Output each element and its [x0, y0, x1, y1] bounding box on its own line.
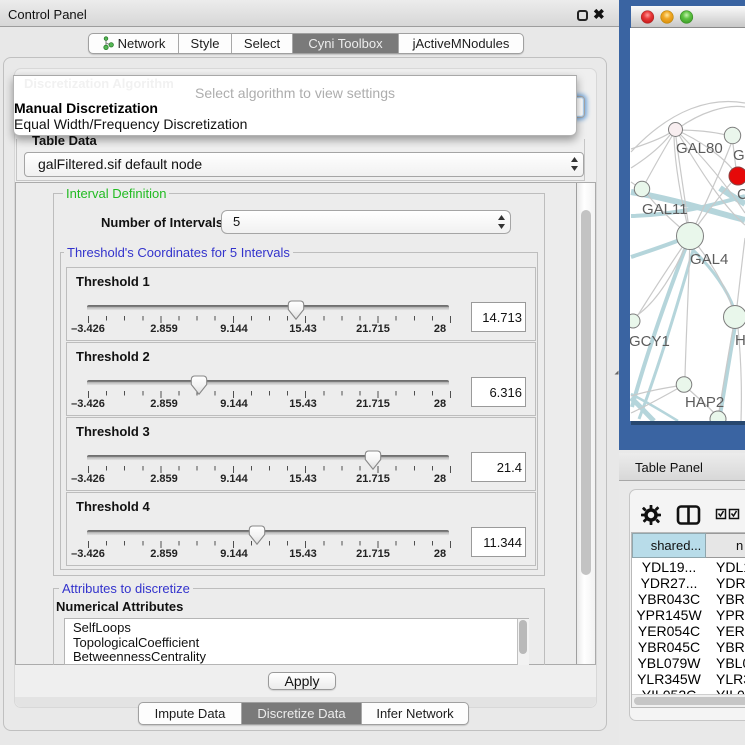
svg-text:H: H [735, 332, 745, 349]
svg-text:C: C [737, 186, 745, 203]
svg-text:GAL11: GAL11 [642, 201, 688, 218]
svg-text:G.: G. [733, 147, 745, 164]
svg-text:GCY1: GCY1 [630, 333, 670, 350]
svg-text:GAL80: GAL80 [676, 140, 723, 157]
svg-text:HAP2: HAP2 [685, 394, 724, 411]
svg-text:GAL4: GAL4 [690, 251, 728, 268]
